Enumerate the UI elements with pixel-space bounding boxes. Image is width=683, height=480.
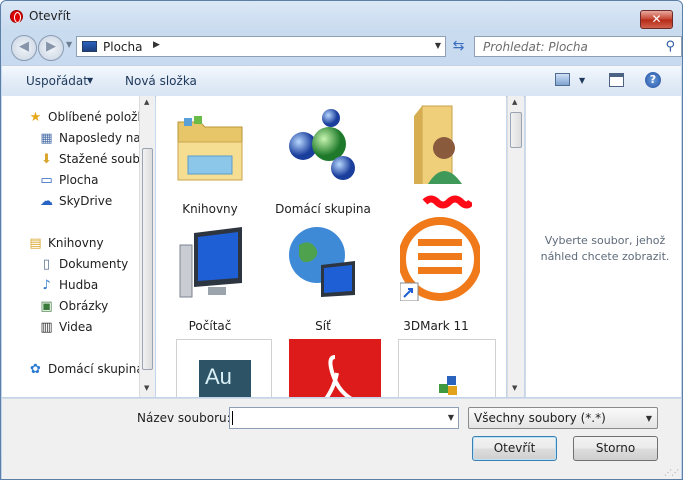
dialog-footer: Název souboru: ▼ Všechny soubory (*.*) ▼… [2,398,681,479]
search-input[interactable]: Prohledat: Plocha ⚲ [474,36,682,57]
address-crumb[interactable]: Plocha [103,40,142,54]
scrollbar-thumb[interactable] [142,148,153,370]
cancel-button[interactable]: Storno [573,436,658,461]
file-item-network[interactable]: Síť [269,213,377,333]
sidebar-scrollbar[interactable]: ▲ ▼ [139,96,155,397]
computer-icon [179,227,242,298]
filename-label: Název souboru: [137,411,231,425]
star-icon: ★ [29,110,42,125]
forward-button[interactable]: ▶ [38,35,64,61]
chevron-down-icon[interactable]: ▼ [87,76,93,85]
window-title: Otevřít [29,9,71,23]
file-item-libraries[interactable]: Knihovny [156,96,264,216]
file-list: Knihovny Domácí skupina Počítač Síť 3DMa… [156,96,506,397]
scroll-up-icon[interactable]: ▲ [144,98,149,106]
adobe-reader-icon [289,339,381,397]
chevron-right-icon[interactable]: ▶ [153,40,160,50]
user-folder-icon [414,105,462,184]
change-view-icon[interactable] [555,73,570,86]
open-button[interactable]: Otevřít [472,436,557,461]
filetype-value: Všechny soubory (*.*) [474,411,606,425]
organize-button[interactable]: Uspořádat [26,74,88,88]
navigation-bar: ◀ ▶ ▼ Plocha ▶ ▼ ⇆ Prohledat: Plocha ⚲ [9,34,682,61]
file-item-installer[interactable] [382,330,496,397]
chevron-down-icon[interactable]: ▼ [646,414,652,423]
scrollbar-thumb[interactable] [510,112,522,148]
downloads-icon: ⬇ [41,152,52,167]
filetype-select[interactable]: Všechny soubory (*.*) ▼ [468,407,658,429]
file-list-scrollbar[interactable]: ▲ ▼ [507,96,524,397]
chevron-down-icon[interactable]: ▼ [448,413,454,422]
desktop-icon [82,41,97,52]
file-item-audition[interactable]: Au [156,330,272,397]
pictures-icon: ▣ [40,299,53,314]
title-bar[interactable]: Otevřít ✕ [1,1,682,31]
libraries-icon: ▤ [29,236,42,251]
file-thumbnail: Au [176,339,272,397]
libraries-folder-icon [177,116,243,181]
file-item-reader[interactable] [269,330,381,397]
filename-input[interactable]: ▼ [229,407,459,429]
search-icon[interactable]: ⚲ [665,39,675,54]
videos-icon: ▥ [40,320,53,335]
search-placeholder: Prohledat: Plocha [483,40,588,54]
command-toolbar: Uspořádat ▼ Nová složka ▼ ? [2,65,681,97]
recent-pages-dropdown-icon[interactable]: ▼ [66,40,72,49]
chevron-down-icon[interactable]: ▼ [435,41,441,50]
text-caret [232,411,233,425]
refresh-icon[interactable]: ⇆ [448,36,469,57]
music-icon: ♪ [42,278,51,293]
file-item-user-folder[interactable] [382,96,490,211]
network-icon [289,227,355,297]
acrobat-logo-icon [324,355,353,397]
desktop-icon: ▭ [40,173,53,188]
homegroup-icon: ✿ [30,362,41,377]
file-item-homegroup[interactable]: Domácí skupina [269,96,377,216]
installer-icon [439,376,457,395]
file-item-computer[interactable]: Počítač [156,213,264,333]
chevron-down-icon[interactable]: ▼ [579,76,585,85]
back-button[interactable]: ◀ [11,35,37,61]
help-icon[interactable]: ? [645,72,661,88]
scroll-up-icon[interactable]: ▲ [512,98,517,106]
opera-icon [10,10,23,23]
preview-pane-icon[interactable] [609,73,624,87]
open-file-dialog: Otevřít ✕ ◀ ▶ ▼ Plocha ▶ ▼ ⇆ Prohledat: … [0,0,683,480]
close-button[interactable]: ✕ [640,10,673,29]
adobe-audition-icon: Au [199,360,251,397]
resize-grip-icon[interactable]: ⋰⋰ [664,468,679,477]
homegroup-icon [289,109,355,180]
3dmark-icon [400,217,480,301]
new-folder-button[interactable]: Nová složka [125,74,197,88]
address-bar[interactable]: Plocha ▶ ▼ [76,36,446,57]
preview-pane: Vyberte soubor, jehož náhled chcete zobr… [525,96,681,397]
navigation-pane: ★ Oblíbené položky ▦ Naposledy navštíven… [2,96,139,397]
skydrive-icon: ☁ [40,194,53,209]
recent-places-icon: ▦ [40,131,53,146]
scroll-down-icon[interactable]: ▼ [144,384,149,392]
documents-icon: ▯ [42,257,51,272]
file-item-3dmark[interactable]: 3DMark 11 [382,213,490,333]
file-thumbnail [398,339,496,397]
redaction-scribble [422,195,472,209]
scroll-down-icon[interactable]: ▼ [512,384,517,392]
preview-message: Vyberte soubor, jehož náhled chcete zobr… [540,234,670,263]
